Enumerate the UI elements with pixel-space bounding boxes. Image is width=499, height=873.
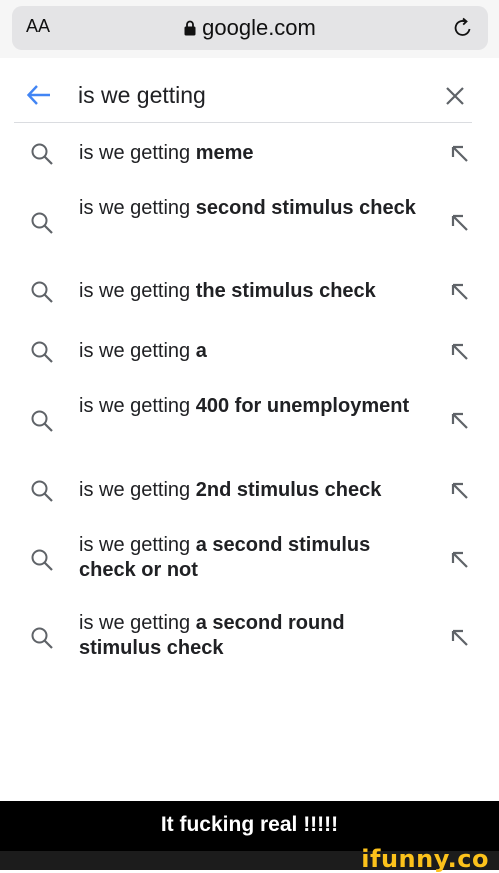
lock-icon (184, 20, 196, 36)
search-icon (31, 341, 53, 363)
suggestion-text: is we getting meme (79, 141, 424, 166)
suggestion-prefix: is we getting (79, 534, 196, 556)
fill-arrow-icon[interactable] (450, 550, 470, 570)
suggestion-prefix: is we getting (79, 479, 196, 501)
search-icon (31, 143, 53, 165)
suggestion-text: is we getting a (79, 339, 424, 364)
fill-arrow-icon[interactable] (450, 342, 470, 362)
watermark: ifunny.co (361, 845, 489, 873)
fill-arrow-icon[interactable] (450, 628, 470, 648)
suggestion-item[interactable]: is we getting a (0, 338, 499, 366)
suggestion-prefix: is we getting (79, 395, 196, 417)
watermark-bar: ifunny.co (0, 845, 499, 873)
fill-arrow-icon[interactable] (450, 282, 470, 302)
search-icon (31, 212, 53, 234)
suggestion-item[interactable]: is we getting a second round stimulus ch… (0, 611, 499, 665)
suggestion-text: is we getting second stimulus check (79, 196, 424, 221)
back-arrow-icon[interactable] (26, 84, 52, 106)
suggestion-completion: the stimulus check (195, 280, 376, 302)
suggestion-completion: a (195, 340, 207, 362)
browser-toolbar: AA google.com (0, 0, 499, 58)
clear-icon[interactable] (445, 86, 465, 106)
suggestion-prefix: is we getting (79, 197, 196, 219)
search-icon (31, 281, 53, 303)
suggestion-item[interactable]: is we getting meme (0, 140, 499, 168)
address-host: google.com (12, 15, 488, 41)
suggestion-item[interactable]: is we getting a second stimulus check or… (0, 533, 499, 587)
suggestion-completion: 2nd stimulus check (195, 479, 382, 501)
host-label: google.com (202, 15, 316, 40)
reload-icon[interactable] (452, 17, 474, 39)
search-icon (31, 410, 53, 432)
address-bar[interactable]: AA google.com (12, 6, 488, 50)
suggestion-completion: second stimulus check (195, 197, 416, 219)
meme-caption: It fucking real !!!!! (160, 813, 339, 836)
suggestion-text: is we getting 2nd stimulus check (79, 478, 424, 503)
meme-caption-bar: It fucking real !!!!! (0, 801, 499, 851)
suggestion-completion: 400 for unemployment (195, 395, 410, 417)
suggestion-completion: meme (195, 142, 254, 164)
search-icon (31, 480, 53, 502)
suggestion-item[interactable]: is we getting 400 for unemployment (0, 394, 499, 448)
fill-arrow-icon[interactable] (450, 144, 470, 164)
search-icon (31, 549, 53, 571)
suggestion-item[interactable]: is we getting 2nd stimulus check (0, 477, 499, 505)
search-input[interactable]: is we getting (78, 82, 206, 109)
suggestion-text: is we getting a second stimulus check or… (79, 533, 424, 583)
suggestion-prefix: is we getting (79, 280, 196, 302)
suggestion-text: is we getting the stimulus check (79, 279, 424, 304)
suggestion-prefix: is we getting (79, 142, 196, 164)
fill-arrow-icon[interactable] (450, 213, 470, 233)
search-icon (31, 627, 53, 649)
search-bar: is we getting (14, 66, 472, 123)
suggestion-item[interactable]: is we getting second stimulus check (0, 196, 499, 250)
fill-arrow-icon[interactable] (450, 481, 470, 501)
fill-arrow-icon[interactable] (450, 411, 470, 431)
suggestion-text: is we getting 400 for unemployment (79, 394, 424, 419)
suggestion-item[interactable]: is we getting the stimulus check (0, 278, 499, 306)
suggestion-text: is we getting a second round stimulus ch… (79, 611, 424, 661)
suggestion-prefix: is we getting (79, 612, 196, 634)
suggestion-prefix: is we getting (79, 340, 196, 362)
